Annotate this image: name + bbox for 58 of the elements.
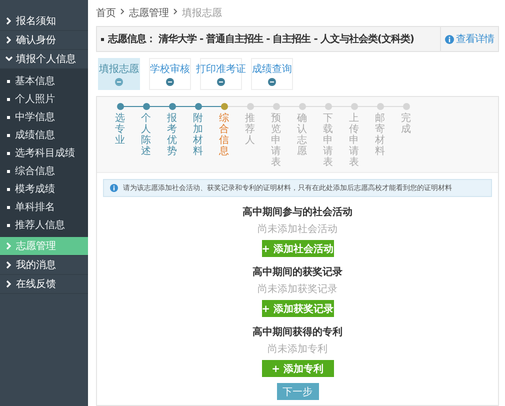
step-label: 上传申请表 xyxy=(349,113,359,168)
bullet-icon xyxy=(7,134,10,136)
chevron-icon xyxy=(6,36,12,44)
volunteer-info-text: 志愿信息： 清华大学 - 普通自主招生 - 自主招生 - 人文与社会类(文科类) xyxy=(108,32,415,46)
sidebar-subitem[interactable]: 推荐人信息 xyxy=(0,216,88,234)
bullet-icon xyxy=(7,152,10,154)
step-label: 邮寄材料 xyxy=(375,113,385,157)
circle-icon xyxy=(115,78,123,86)
bullet-icon xyxy=(7,98,10,100)
chevron-icon xyxy=(6,280,12,288)
step-label: 推荐人 xyxy=(245,113,255,146)
chevron-icon xyxy=(6,17,12,25)
step-label: 完成 xyxy=(401,113,411,135)
bullet-icon xyxy=(101,38,104,40)
step-label: 综合信息 xyxy=(219,113,229,157)
chevron-icon xyxy=(6,261,12,269)
sidebar-subitem[interactable]: 个人照片 xyxy=(0,90,88,108)
circle-icon xyxy=(166,78,174,86)
bullet-icon xyxy=(7,170,10,172)
sidebar-subitem[interactable]: 单科排名 xyxy=(0,198,88,216)
bullet-icon xyxy=(7,206,10,208)
bullet-icon xyxy=(7,188,10,190)
bullet-icon xyxy=(7,224,10,226)
chevron-icon xyxy=(5,56,13,62)
tab[interactable]: 学校审核 xyxy=(149,58,191,90)
sidebar-item[interactable]: 报名须知 xyxy=(0,12,88,31)
empty-state-text: 尚未添加获奖记录 xyxy=(258,282,338,296)
breadcrumb-item: 填报志愿 xyxy=(182,6,222,20)
info-icon xyxy=(110,184,118,192)
step-label: 个人陈述 xyxy=(141,113,151,157)
circle-icon xyxy=(268,78,276,86)
breadcrumb-item[interactable]: 志愿管理 xyxy=(129,6,169,20)
step-label: 附加材料 xyxy=(193,113,203,157)
sidebar-item[interactable]: 我的消息 xyxy=(0,256,88,275)
bullet-icon xyxy=(7,116,10,118)
step-label: 预览申请表 xyxy=(271,113,281,168)
sidebar-subitem[interactable]: 模考成绩 xyxy=(0,180,88,198)
circle-icon xyxy=(217,78,225,86)
empty-state-text: 尚未添加专利 xyxy=(268,342,328,356)
empty-state-text: 尚未添加社会活动 xyxy=(258,222,338,236)
sidebar-subitem[interactable]: 中学信息 xyxy=(0,108,88,126)
sidebar-subitem[interactable]: 选考科目成绩 xyxy=(0,144,88,162)
bullet-icon xyxy=(7,80,10,82)
sidebar-item[interactable]: 确认身份 xyxy=(0,31,88,50)
step-label: 下载申请表 xyxy=(323,113,333,168)
chevron-icon xyxy=(6,242,12,250)
step-label: 报考优势 xyxy=(167,113,177,157)
section-title: 高中期间的获奖记录 xyxy=(252,265,342,279)
info-icon xyxy=(445,34,454,44)
step-label: 确认志愿 xyxy=(297,113,307,157)
section-title: 高中期间获得的专利 xyxy=(252,325,342,339)
sidebar-subitem[interactable]: 基本信息 xyxy=(0,72,88,90)
breadcrumb-item[interactable]: 首页 xyxy=(96,6,116,20)
sidebar-subitem[interactable]: 综合信息 xyxy=(0,162,88,180)
section-title: 高中期间参与的社会活动 xyxy=(242,205,352,219)
sidebar-item[interactable]: 在线反馈 xyxy=(0,275,88,294)
sidebar-subitem[interactable]: 成绩信息 xyxy=(0,126,88,144)
step-label: 选专业 xyxy=(115,113,125,146)
